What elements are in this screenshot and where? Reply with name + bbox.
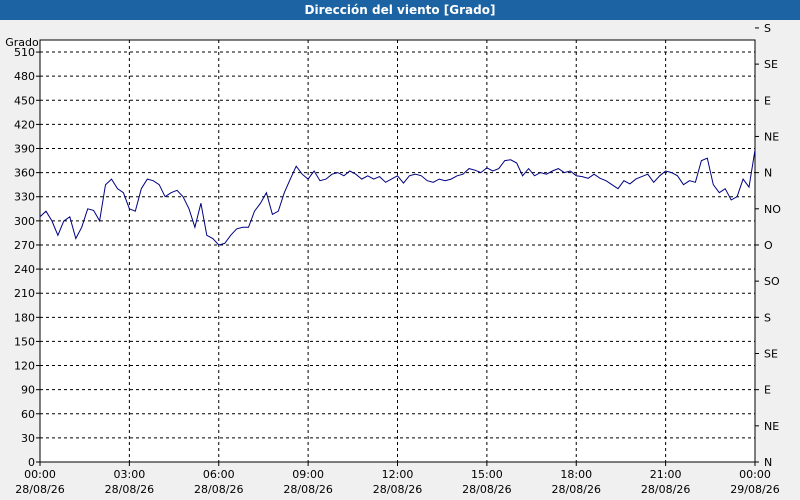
y-tick-label: 270 [14, 239, 35, 252]
x-tick-time: 18:00 [560, 468, 592, 481]
x-tick-date: 28/08/26 [194, 483, 243, 496]
right-tick-label: SO [764, 275, 780, 288]
x-tick-time: 21:00 [650, 468, 682, 481]
y-tick-label: 420 [14, 118, 35, 131]
right-tick-label: SE [764, 347, 778, 360]
x-tick-date: 28/08/26 [462, 483, 511, 496]
x-tick-time: 09:00 [292, 468, 324, 481]
x-tick-time: 00:00 [739, 468, 771, 481]
right-tick-label: S [764, 22, 771, 35]
y-tick-label: 180 [14, 311, 35, 324]
x-tick-date: 28/08/26 [15, 483, 64, 496]
y-tick-label: 510 [14, 46, 35, 59]
x-tick-date: 28/08/26 [552, 483, 601, 496]
y-tick-label: 240 [14, 263, 35, 276]
x-tick-time: 12:00 [382, 468, 414, 481]
right-tick-label: SE [764, 58, 778, 71]
wind-direction-chart: Grado 0306090120150180210240270300330360… [5, 22, 781, 496]
right-tick-label: NE [764, 420, 779, 433]
x-tick-time: 15:00 [471, 468, 503, 481]
y-tick-label: 390 [14, 143, 35, 156]
y-tick-label: 150 [14, 335, 35, 348]
x-tick-date: 29/08/26 [730, 483, 779, 496]
right-tick-label: NE [764, 130, 779, 143]
left-axis: Grado 0306090120150180210240270300330360… [5, 36, 40, 469]
y-tick-label: 90 [21, 384, 35, 397]
right-tick-label: NO [764, 203, 781, 216]
y-tick-label: 210 [14, 287, 35, 300]
y-tick-label: 450 [14, 94, 35, 107]
y-tick-label: 300 [14, 215, 35, 228]
y-tick-label: 120 [14, 360, 35, 373]
x-tick-date: 28/08/26 [373, 483, 422, 496]
right-tick-label: S [764, 311, 771, 324]
x-tick-time: 03:00 [114, 468, 146, 481]
right-tick-label: O [764, 239, 773, 252]
x-tick-time: 06:00 [203, 468, 235, 481]
bottom-axis: 00:00 28/08/26 03:00 28/08/26 06:00 28/08/26 0… [15, 462, 780, 496]
right-tick-label: N [764, 167, 772, 180]
y-tick-label: 60 [21, 408, 35, 421]
y-tick-label: 30 [21, 432, 35, 445]
x-tick-time: 00:00 [24, 468, 56, 481]
right-tick-label: E [764, 384, 771, 397]
x-tick-date: 28/08/26 [105, 483, 154, 496]
x-tick-date: 28/08/26 [283, 483, 332, 496]
y-tick-label: 360 [14, 167, 35, 180]
right-tick-label: E [764, 94, 771, 107]
y-tick-label: 330 [14, 191, 35, 204]
x-tick-date: 28/08/26 [641, 483, 690, 496]
chart-title: Dirección del viento [Grado] [0, 0, 800, 20]
right-axis: NNEESESSOONONNEESES [755, 22, 781, 469]
y-tick-label: 480 [14, 70, 35, 83]
